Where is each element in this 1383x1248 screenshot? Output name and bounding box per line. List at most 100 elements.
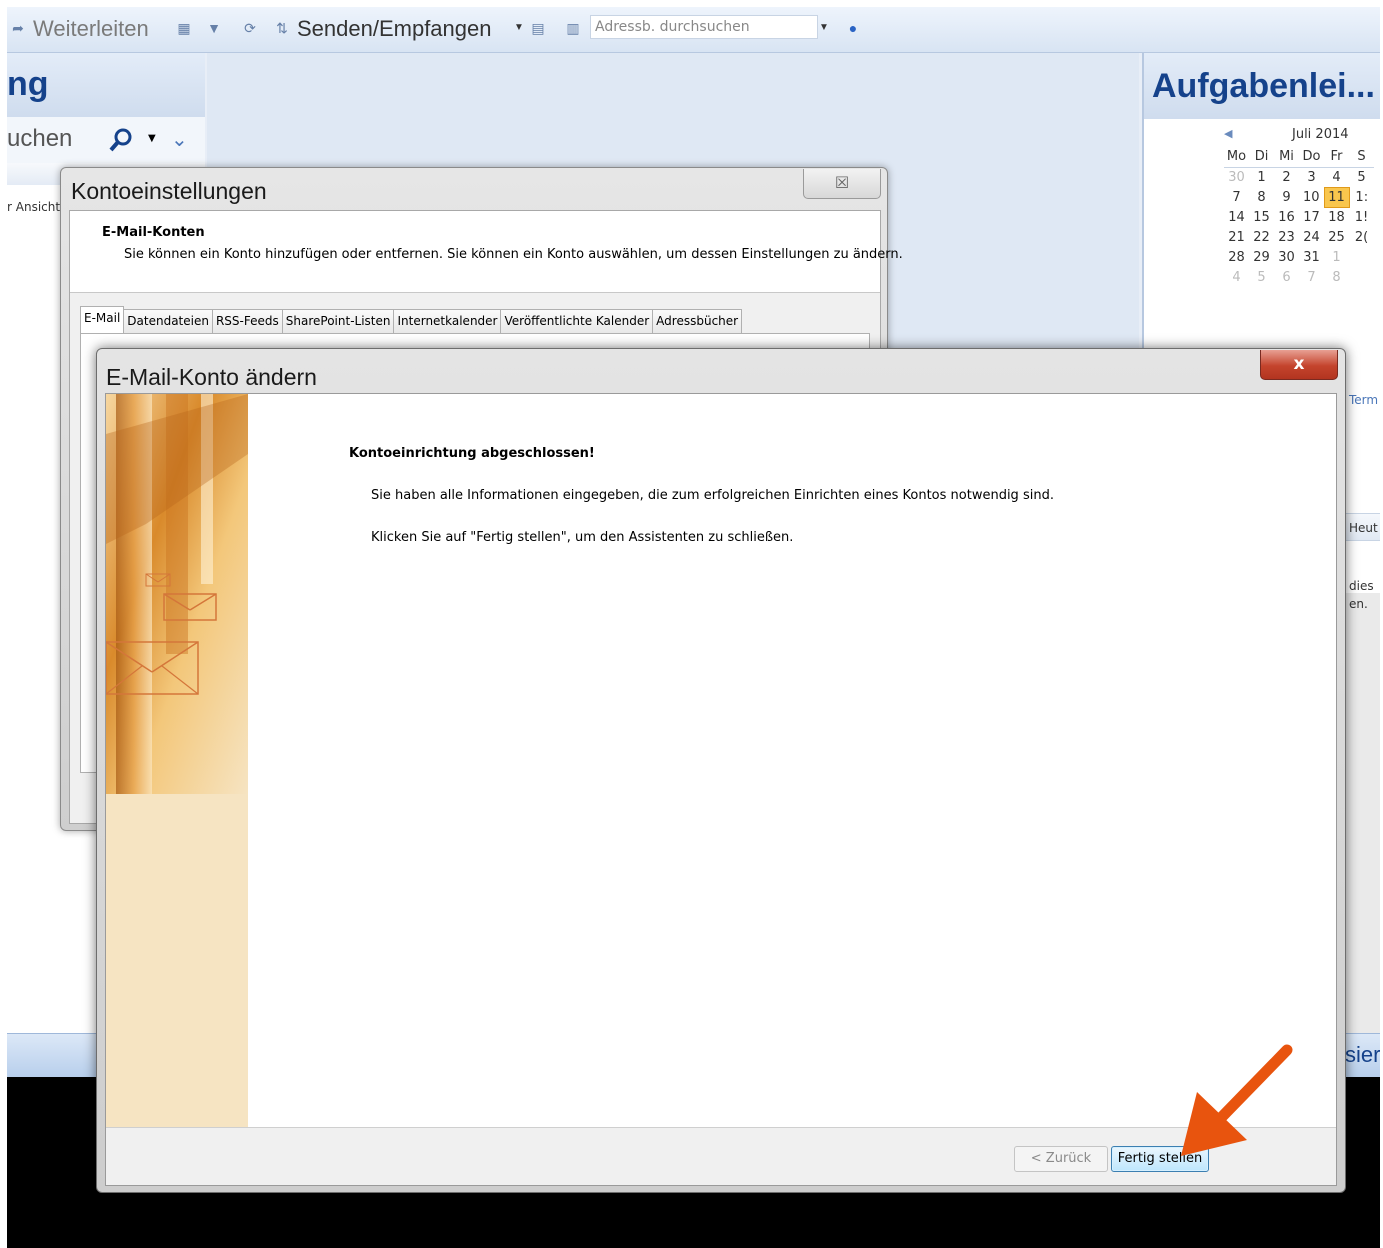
calendar-day[interactable]: 8: [1249, 187, 1274, 207]
calendar-day[interactable]: 11: [1323, 186, 1350, 208]
calendar-grid[interactable]: Mo Di Mi Do Fr S 30 1 2 3 4 5 7 8 9 10 11 1: 14 15 16 17 18 1! 2…: [1224, 147, 1374, 287]
calendar-day[interactable]: 21: [1224, 227, 1249, 247]
calendar-day[interactable]: [1349, 267, 1374, 287]
calendar-day[interactable]: 10: [1299, 187, 1324, 207]
close-button[interactable]: x: [1260, 350, 1338, 380]
weekday-header: Do: [1299, 147, 1324, 168]
calendar-day[interactable]: 5: [1249, 267, 1274, 287]
search-icon[interactable]: [109, 127, 135, 153]
filter-icon[interactable]: ▼: [205, 19, 223, 37]
calendar-day[interactable]: 7: [1299, 267, 1324, 287]
tab-bar: E-Mail Datendateien RSS-Feeds SharePoint-Li…: [80, 306, 743, 335]
todo-pane-shade: [1344, 593, 1380, 1033]
chevron-down-icon[interactable]: ▼: [510, 19, 528, 37]
completion-text: Sie haben alle Informationen eingegeben,…: [371, 488, 1054, 503]
todo-note-line: dies: [1349, 579, 1374, 593]
weekday-header: Di: [1249, 147, 1274, 168]
calendar-day[interactable]: 22: [1249, 227, 1274, 247]
folder-icon[interactable]: ▤: [529, 19, 547, 37]
calendar-day[interactable]: 15: [1249, 207, 1274, 227]
calendar-day[interactable]: 23: [1274, 227, 1299, 247]
view-label: r Ansicht: [7, 200, 61, 214]
dialog-title: Kontoeinstellungen: [71, 178, 267, 204]
mail-search-input[interactable]: uchen: [7, 125, 72, 153]
forward-button[interactable]: Weiterleiten: [33, 16, 149, 42]
weekday-header: Mi: [1274, 147, 1299, 168]
toolbar: ➦ Weiterleiten ▦ ▼ ⟳ ⇅ Senden/Empfangen …: [7, 7, 1380, 53]
calendar-day[interactable]: 16: [1274, 207, 1299, 227]
prev-month-icon[interactable]: ◀: [1224, 127, 1232, 140]
calendar-day[interactable]: 31: [1299, 247, 1324, 267]
todo-pane-header: Aufgabenlei...: [1144, 53, 1380, 119]
calendar-day[interactable]: 30: [1224, 167, 1249, 187]
calendar-day[interactable]: 2: [1274, 167, 1299, 187]
send-receive-button[interactable]: Senden/Empfangen: [297, 16, 492, 42]
chevron-down-icon[interactable]: ▼: [148, 133, 156, 144]
dialog-header: E-Mail-Konten Sie können ein Konto hinzu…: [70, 211, 903, 293]
header-text: Sie können ein Konto hinzufügen oder ent…: [124, 247, 903, 262]
dialog-title: E-Mail-Konto ändern: [106, 364, 317, 390]
calendar-day[interactable]: 1: [1324, 247, 1349, 267]
calendar-day[interactable]: 7: [1224, 187, 1249, 207]
tab-internet-calendars[interactable]: Internetkalender: [393, 309, 502, 333]
envelope-banner-image: [106, 394, 248, 794]
chevron-down-icon[interactable]: ▼: [815, 19, 833, 37]
mail-pane-title: ng: [7, 65, 49, 103]
calendar-day[interactable]: 1!: [1349, 207, 1374, 227]
calendar-day[interactable]: 5: [1349, 167, 1374, 187]
tab-rss-feeds[interactable]: RSS-Feeds: [211, 309, 283, 333]
weekday-header: Mo: [1224, 147, 1249, 168]
sync-icon[interactable]: ⟳: [241, 19, 259, 37]
tab-email[interactable]: E-Mail: [80, 306, 125, 333]
todo-pane-title: Aufgabenlei...: [1152, 67, 1375, 105]
calendar-day[interactable]: 28: [1224, 247, 1249, 267]
calendar-day[interactable]: 30: [1274, 247, 1299, 267]
change-account-dialog: E-Mail-Konto ändern x Kontoeinrichtung a…: [96, 348, 1346, 1193]
mail-pane-header: ng: [7, 53, 205, 117]
calendar-day[interactable]: 3: [1299, 167, 1324, 187]
calendar-day[interactable]: 1: [1249, 167, 1274, 187]
weekday-header: Fr: [1324, 147, 1349, 168]
tab-address-books[interactable]: Adressbücher: [652, 309, 743, 333]
addressbook-search-input[interactable]: Adressb. durchsuchen: [590, 15, 818, 39]
help-icon[interactable]: ●: [844, 19, 862, 37]
calendar-day[interactable]: 29: [1249, 247, 1274, 267]
addressbook-icon[interactable]: ▥: [564, 19, 582, 37]
weekday-header: S: [1349, 147, 1374, 168]
appointments-label[interactable]: Term: [1349, 393, 1378, 407]
calendar-day[interactable]: 18: [1324, 207, 1349, 227]
calendar-month: Juli 2014: [1292, 127, 1349, 142]
calendar-day[interactable]: 9: [1274, 187, 1299, 207]
calendar-day[interactable]: 24: [1299, 227, 1324, 247]
calendar-day[interactable]: 25: [1324, 227, 1349, 247]
calendar-day[interactable]: 4: [1224, 267, 1249, 287]
finish-instruction: Klicken Sie auf "Fertig stellen", um den…: [371, 530, 794, 545]
calendar-day[interactable]: 17: [1299, 207, 1324, 227]
calendar-day[interactable]: [1349, 247, 1374, 267]
todo-note-line: en.: [1349, 597, 1368, 611]
completion-heading: Kontoeinrichtung abgeschlossen!: [349, 446, 595, 461]
navigation-label[interactable]: sier: [1345, 1042, 1380, 1068]
expand-icon[interactable]: ⌄: [171, 127, 188, 151]
tab-sharepoint-lists[interactable]: SharePoint-Listen: [281, 309, 395, 333]
calendar-day[interactable]: 6: [1274, 267, 1299, 287]
forward-icon[interactable]: ➦: [9, 19, 27, 37]
header-title: E-Mail-Konten: [102, 225, 205, 240]
calendar-day[interactable]: 2(: [1349, 227, 1374, 247]
calendar-day[interactable]: 1:: [1349, 187, 1374, 207]
tab-data-files[interactable]: Datendateien: [123, 309, 213, 333]
save-icon[interactable]: ▦: [175, 19, 193, 37]
back-button[interactable]: < Zurück: [1014, 1146, 1108, 1172]
calendar-day[interactable]: 4: [1324, 167, 1349, 187]
todo-note: dies en.: [1349, 577, 1374, 613]
outlook-window: ➦ Weiterleiten ▦ ▼ ⟳ ⇅ Senden/Empfangen …: [7, 7, 1380, 1248]
dialog-body: Kontoeinrichtung abgeschlossen! Sie habe…: [105, 393, 1337, 1186]
annotation-arrow-icon: [1181, 1044, 1293, 1156]
send-receive-icon[interactable]: ⇅: [273, 19, 291, 37]
today-label[interactable]: Heut: [1349, 521, 1378, 535]
calendar-day[interactable]: 8: [1324, 267, 1349, 287]
mail-search-box[interactable]: uchen ▼ ⌄: [7, 117, 205, 163]
tab-published-calendars[interactable]: Veröffentlichte Kalender: [500, 309, 654, 333]
close-button[interactable]: ☒: [803, 169, 881, 199]
calendar-day[interactable]: 14: [1224, 207, 1249, 227]
